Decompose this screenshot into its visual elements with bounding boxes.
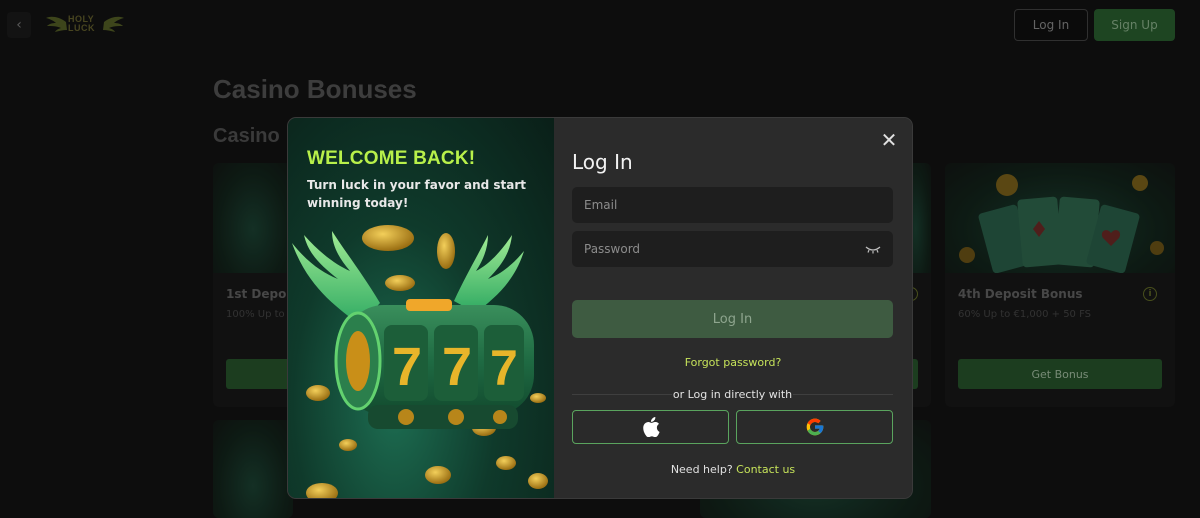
login-submit-button[interactable]: Log In [572, 300, 893, 338]
promo-panel: WELCOME BACK! Turn luck in your favor an… [288, 118, 554, 498]
svg-text:7: 7 [490, 340, 518, 396]
help-text: Need help? [670, 463, 733, 476]
login-form: ✕ Log In Log In Forgot password? or Log … [554, 118, 912, 498]
google-icon [806, 418, 823, 436]
page: ‹ HOLY LUCK Log In Sign Up Casino Bonuse… [0, 0, 1200, 518]
promo-subtitle: Turn luck in your favor and start winnin… [307, 178, 527, 210]
email-field[interactable] [572, 187, 893, 223]
eye-closed-icon[interactable] [864, 243, 882, 255]
form-title: Log In [572, 150, 633, 174]
slot-machine-artwork: 7 7 7 [292, 225, 548, 498]
help-row: Need help? Contact us [554, 463, 912, 476]
forgot-password-link[interactable]: Forgot password? [554, 356, 912, 369]
close-icon[interactable]: ✕ [880, 130, 898, 150]
social-divider-text: or Log in directly with [672, 388, 793, 401]
google-login-button[interactable] [736, 410, 893, 444]
apple-icon [642, 417, 660, 437]
apple-login-button[interactable] [572, 410, 729, 444]
login-modal: WELCOME BACK! Turn luck in your favor an… [288, 118, 912, 498]
social-divider: or Log in directly with [572, 386, 893, 402]
password-field[interactable] [572, 231, 893, 267]
promo-title: WELCOME BACK! [307, 148, 476, 169]
svg-text:7: 7 [392, 337, 422, 397]
svg-text:7: 7 [442, 337, 472, 397]
contact-us-link[interactable]: Contact us [736, 463, 795, 476]
